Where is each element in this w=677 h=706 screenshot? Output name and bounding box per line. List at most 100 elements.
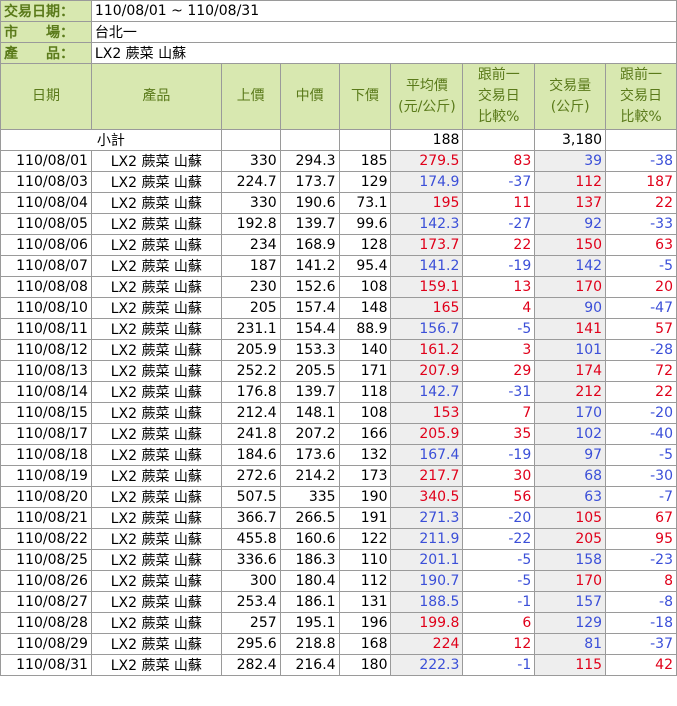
row-upper-price: 253.4 <box>220 591 281 613</box>
row-avg-price: 279.5 <box>390 150 464 172</box>
row-volume: 141 <box>534 318 607 340</box>
row-lower-price: 171 <box>338 360 392 382</box>
row-upper-price: 224.7 <box>220 171 281 193</box>
row-middle-price: 157.4 <box>279 297 340 319</box>
row-avg-compare: -19 <box>462 255 536 277</box>
table-row: 110/08/11 LX2 蕨菜 山蘇 231.1 154.4 88.9 156.7 -5 1… <box>0 318 677 340</box>
row-product: LX2 蕨菜 山蘇 <box>90 234 222 256</box>
product-row: 產 品： LX2 蕨菜 山蘇 <box>0 42 677 64</box>
row-volume: 157 <box>534 591 607 613</box>
row-upper-price: 205.9 <box>220 339 281 361</box>
subtotal-middle <box>279 129 340 151</box>
row-lower-price: 73.1 <box>338 192 392 214</box>
row-product: LX2 蕨菜 山蘇 <box>90 213 222 235</box>
row-middle-price: 294.3 <box>279 150 340 172</box>
row-upper-price: 455.8 <box>220 528 281 550</box>
row-date: 110/08/22 <box>0 528 92 550</box>
row-avg-price: 141.2 <box>390 255 464 277</box>
row-volume-compare: 8 <box>605 570 677 592</box>
row-lower-price: 132 <box>338 444 392 466</box>
row-product: LX2 蕨菜 山蘇 <box>90 297 222 319</box>
row-avg-compare: -5 <box>462 570 536 592</box>
row-avg-price: 271.3 <box>390 507 464 529</box>
row-volume-compare: 187 <box>605 171 677 193</box>
row-date: 110/08/04 <box>0 192 92 214</box>
row-lower-price: 190 <box>338 486 392 508</box>
row-product: LX2 蕨菜 山蘇 <box>90 360 222 382</box>
row-volume-compare: 95 <box>605 528 677 550</box>
row-upper-price: 300 <box>220 570 281 592</box>
row-avg-price: 222.3 <box>390 654 464 676</box>
row-middle-price: 335 <box>279 486 340 508</box>
table-row: 110/08/21 LX2 蕨菜 山蘇 366.7 266.5 191 271.3 -20 1… <box>0 507 677 529</box>
row-volume: 212 <box>534 381 607 403</box>
col-header-volume-compare: 跟前一 交易日 比較% <box>605 63 677 130</box>
row-avg-compare: 13 <box>462 276 536 298</box>
subtotal-label: 小計 <box>0 129 222 151</box>
row-middle-price: 152.6 <box>279 276 340 298</box>
subtotal-avg-price: 188 <box>390 129 464 151</box>
table-row: 110/08/17 LX2 蕨菜 山蘇 241.8 207.2 166 205.9 35 10… <box>0 423 677 445</box>
row-avg-compare: -1 <box>462 591 536 613</box>
row-avg-price: 224 <box>390 633 464 655</box>
row-date: 110/08/31 <box>0 654 92 676</box>
subtotal-lower <box>338 129 392 151</box>
col-header-volume-compare-line2: 交易日 <box>620 88 663 104</box>
date-range-label: 交易日期： <box>0 0 92 22</box>
table-row: 110/08/29 LX2 蕨菜 山蘇 295.6 218.8 168 224 12 81 -3… <box>0 633 677 655</box>
row-product: LX2 蕨菜 山蘇 <box>90 612 222 634</box>
row-avg-compare: -20 <box>462 507 536 529</box>
row-avg-price: 165 <box>390 297 464 319</box>
col-header-avg-price-line2: (元/公斤) <box>398 98 456 115</box>
row-volume-compare: -18 <box>605 612 677 634</box>
row-volume: 129 <box>534 612 607 634</box>
row-volume: 92 <box>534 213 607 235</box>
row-lower-price: 88.9 <box>338 318 392 340</box>
row-product: LX2 蕨菜 山蘇 <box>90 339 222 361</box>
row-date: 110/08/13 <box>0 360 92 382</box>
row-avg-compare: 7 <box>462 402 536 424</box>
row-avg-price: 174.9 <box>390 171 464 193</box>
col-header-avg-compare-line2: 交易日 <box>477 88 520 104</box>
row-volume-compare: 42 <box>605 654 677 676</box>
row-upper-price: 295.6 <box>220 633 281 655</box>
row-upper-price: 272.6 <box>220 465 281 487</box>
row-upper-price: 212.4 <box>220 402 281 424</box>
col-header-avg-compare: 跟前一 交易日 比較% <box>462 63 536 130</box>
row-volume: 101 <box>534 339 607 361</box>
row-product: LX2 蕨菜 山蘇 <box>90 528 222 550</box>
row-middle-price: 190.6 <box>279 192 340 214</box>
row-volume-compare: -33 <box>605 213 677 235</box>
row-volume-compare: 22 <box>605 192 677 214</box>
row-date: 110/08/11 <box>0 318 92 340</box>
row-upper-price: 241.8 <box>220 423 281 445</box>
row-avg-compare: 11 <box>462 192 536 214</box>
date-range-row: 交易日期： 110/08/01 ~ 110/08/31 <box>0 0 677 22</box>
row-avg-price: 188.5 <box>390 591 464 613</box>
row-upper-price: 507.5 <box>220 486 281 508</box>
row-lower-price: 180 <box>338 654 392 676</box>
row-date: 110/08/25 <box>0 549 92 571</box>
row-middle-price: 153.3 <box>279 339 340 361</box>
row-middle-price: 266.5 <box>279 507 340 529</box>
col-header-volume-compare-line1: 跟前一 <box>620 67 663 83</box>
row-product: LX2 蕨菜 山蘇 <box>90 276 222 298</box>
row-upper-price: 252.2 <box>220 360 281 382</box>
row-middle-price: 139.7 <box>279 213 340 235</box>
row-date: 110/08/26 <box>0 570 92 592</box>
table-row: 110/08/12 LX2 蕨菜 山蘇 205.9 153.3 140 161.2 3 101… <box>0 339 677 361</box>
row-lower-price: 140 <box>338 339 392 361</box>
row-date: 110/08/20 <box>0 486 92 508</box>
row-lower-price: 108 <box>338 276 392 298</box>
row-product: LX2 蕨菜 山蘇 <box>90 486 222 508</box>
row-date: 110/08/18 <box>0 444 92 466</box>
col-header-volume-line2: (公斤) <box>550 98 590 115</box>
row-avg-price: 167.4 <box>390 444 464 466</box>
row-date: 110/08/27 <box>0 591 92 613</box>
row-lower-price: 128 <box>338 234 392 256</box>
row-lower-price: 129 <box>338 171 392 193</box>
row-avg-price: 161.2 <box>390 339 464 361</box>
row-date: 110/08/29 <box>0 633 92 655</box>
row-avg-price: 153 <box>390 402 464 424</box>
row-volume-compare: -23 <box>605 549 677 571</box>
